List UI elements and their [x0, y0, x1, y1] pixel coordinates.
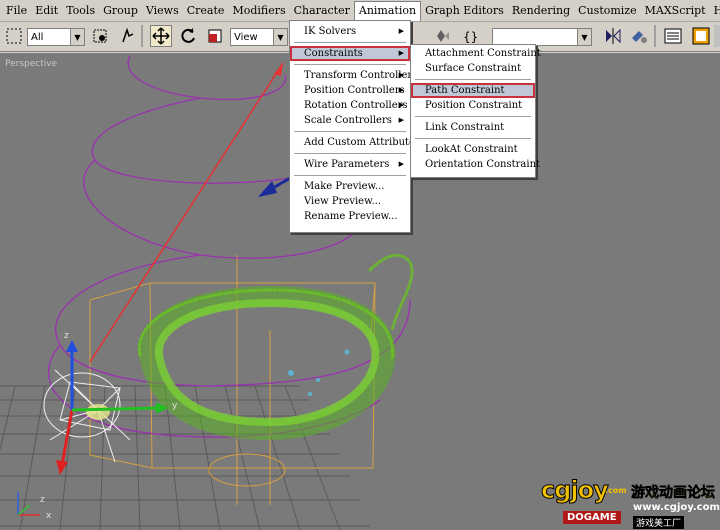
menu-group[interactable]: Group: [99, 1, 142, 21]
logo-url: www.cgjoy.com: [633, 502, 720, 513]
svg-text:{}: {}: [463, 30, 478, 44]
select-by-name-icon[interactable]: [116, 25, 138, 47]
menu-item-position-controllers[interactable]: Position Controllers ▶: [290, 83, 410, 98]
logo-tagline: 游戏美工厂: [633, 516, 685, 529]
move-icon[interactable]: [150, 25, 172, 47]
viewport-z-label: z: [40, 495, 45, 505]
logo-com: .com: [605, 486, 627, 495]
emitter-glow: [86, 404, 110, 420]
toolbar-divider: [654, 25, 656, 47]
menu-item-orientation-constraint[interactable]: Orientation Constraint: [411, 157, 540, 172]
y-axis-label: y: [172, 401, 178, 411]
menu-item-scale-controllers[interactable]: Scale Controllers ▶: [290, 113, 410, 128]
material-editor-icon[interactable]: [690, 25, 712, 47]
menu-file[interactable]: File: [2, 1, 31, 21]
chevron-down-icon: ▼: [70, 29, 84, 45]
menu-item-surface-constraint[interactable]: Surface Constraint: [411, 61, 535, 76]
menu-create[interactable]: Create: [183, 1, 229, 21]
menu-animation[interactable]: Animation: [353, 0, 422, 21]
menu-views[interactable]: Views: [142, 1, 183, 21]
selection-filter-dropdown[interactable]: All ▼: [27, 28, 85, 46]
curve-editor-icon[interactable]: [662, 25, 684, 47]
menu-item-view-preview[interactable]: View Preview...: [290, 194, 410, 209]
logo-brand: cgjoy: [541, 476, 610, 505]
scale-icon[interactable]: [204, 25, 226, 47]
menu-item-lookat-constraint[interactable]: LookAt Constraint: [411, 142, 535, 157]
align-icon[interactable]: [628, 25, 650, 47]
submenu-arrow-icon: ▶: [398, 49, 404, 57]
menu-item-link-constraint[interactable]: Link Constraint: [411, 120, 535, 135]
submenu-arrow-icon: ▶: [398, 116, 404, 124]
menu-item-position-constraint[interactable]: Position Constraint: [411, 98, 535, 113]
submenu-arrow-icon: ▶: [398, 71, 404, 79]
selection-filter-value: All: [31, 31, 44, 43]
submenu-arrow-icon: ▶: [398, 160, 404, 168]
menu-bar: File Edit Tools Group Views Create Modif…: [0, 0, 720, 22]
menu-item-make-preview[interactable]: Make Preview...: [290, 179, 410, 194]
submenu-arrow-icon: ▶: [398, 27, 404, 35]
menu-edit[interactable]: Edit: [31, 1, 62, 21]
reference-coord-dropdown[interactable]: View ▼: [230, 28, 288, 46]
menu-modifiers[interactable]: Modifiers: [228, 1, 289, 21]
menu-item-constraints[interactable]: Constraints ▶: [290, 46, 410, 61]
menu-item-wire-parameters[interactable]: Wire Parameters ▶: [290, 157, 410, 172]
menu-item-attachment-constraint[interactable]: Attachment Constraint: [411, 46, 541, 61]
submenu-arrow-icon: ▶: [398, 101, 404, 109]
z-axis-label: z: [64, 331, 69, 341]
mirror-icon[interactable]: [602, 25, 624, 47]
menu-graph-editors[interactable]: Graph Editors: [421, 1, 508, 21]
menu-item-transform-controllers[interactable]: Transform Controllers ▶: [290, 68, 417, 83]
menu-item-ik-solvers[interactable]: IK Solvers ▶: [290, 24, 410, 39]
menu-maxscript[interactable]: MAXScript: [641, 1, 710, 21]
select-region-icon[interactable]: [3, 25, 25, 47]
select-object-icon[interactable]: [90, 25, 112, 47]
toolbar-divider: [141, 25, 143, 47]
animation-menu: IK Solvers ▶ Constraints ▶ Transform Contr…: [289, 20, 417, 233]
world-axis-icon: [17, 492, 40, 516]
cgjoy-watermark-logo: cgjoy .com 游戏动画论坛 www.cgjoy.com DOGAME 游…: [537, 474, 720, 530]
menu-character[interactable]: Character: [290, 1, 354, 21]
rotate-icon[interactable]: [177, 25, 199, 47]
logo-dogame: DOGAME: [563, 511, 621, 524]
menu-tools[interactable]: Tools: [62, 1, 99, 21]
reference-coord-value: View: [234, 31, 258, 43]
menu-customize[interactable]: Customize: [574, 1, 640, 21]
chevron-down-icon: ▼: [577, 29, 591, 45]
submenu-arrow-icon: ▶: [398, 86, 404, 94]
menu-item-rotation-controllers[interactable]: Rotation Controllers ▶: [290, 98, 410, 113]
logo-chinese-title: 游戏动画论坛: [631, 485, 716, 502]
particle-ring: [137, 253, 414, 441]
menu-item-path-constraint[interactable]: Path Constraint: [411, 83, 535, 98]
menu-item-add-custom-attribute[interactable]: Add Custom Attribute: [290, 135, 415, 150]
menu-rendering[interactable]: Rendering: [508, 1, 574, 21]
viewport-x-label: x: [46, 511, 52, 521]
constraints-submenu: Attachment Constraint Surface Constraint…: [410, 44, 541, 178]
menu-help[interactable]: Help: [710, 1, 720, 21]
chevron-down-icon: ▼: [273, 29, 287, 45]
menu-item-rename-preview[interactable]: Rename Preview...: [290, 209, 410, 224]
